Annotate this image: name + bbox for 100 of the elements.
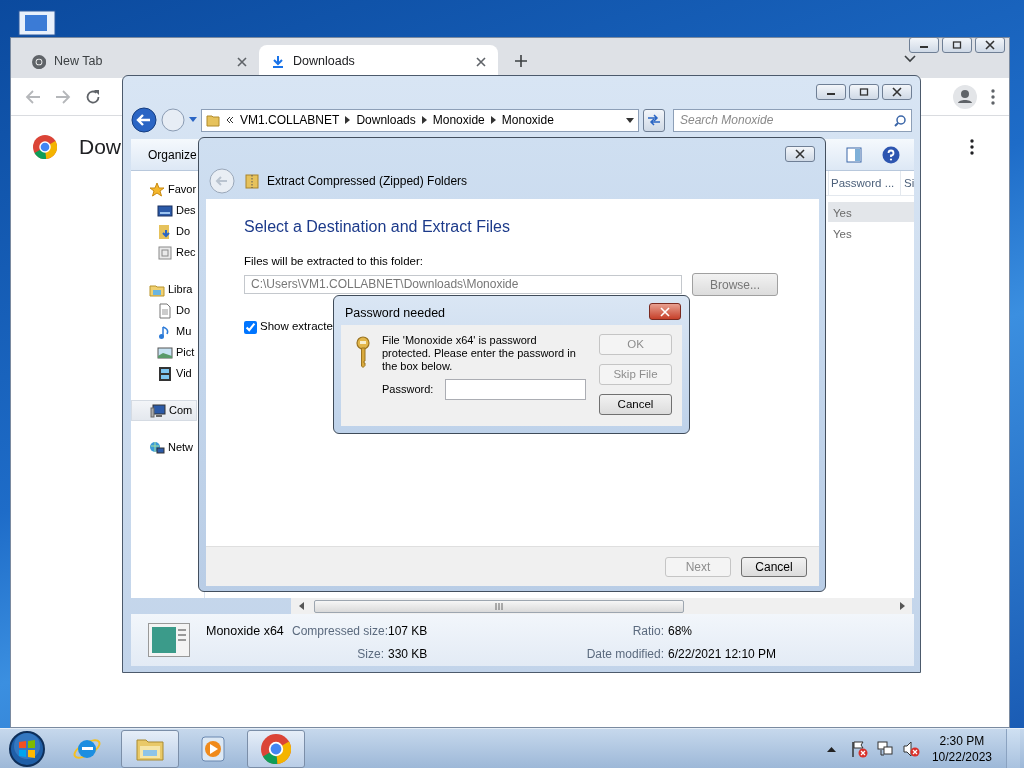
maximize-button[interactable] bbox=[849, 84, 879, 100]
window-title: Extract Compressed (Zipped) Folders bbox=[267, 173, 468, 190]
scroll-right-icon[interactable] bbox=[900, 602, 906, 610]
volume-muted-icon[interactable] bbox=[901, 739, 920, 758]
help-icon[interactable] bbox=[882, 145, 900, 164]
show-hidden-icons-icon[interactable] bbox=[826, 745, 836, 752]
computer-icon bbox=[150, 402, 166, 419]
detail-label: Ratio: bbox=[631, 623, 664, 640]
close-icon bbox=[660, 306, 670, 317]
navigation-item[interactable]: Pict bbox=[131, 342, 195, 363]
taskbar-button[interactable] bbox=[121, 729, 179, 768]
close-button[interactable] bbox=[975, 37, 1005, 53]
chrome-icon bbox=[32, 54, 46, 69]
show-files-checkbox[interactable] bbox=[244, 320, 257, 334]
address-bar[interactable]: VM1.COLLABNET Downloads Monoxide Monoxide bbox=[201, 108, 639, 132]
column-header[interactable]: Si bbox=[900, 171, 914, 195]
password-field[interactable] bbox=[445, 379, 587, 400]
navigation-item[interactable]: Favor bbox=[131, 179, 197, 200]
plus-icon[interactable] bbox=[514, 54, 528, 68]
detail-value: 107 KB bbox=[388, 623, 429, 640]
navigation-item[interactable]: Des bbox=[131, 200, 196, 221]
breadcrumb-item[interactable]: Monoxide bbox=[432, 111, 485, 129]
close-icon bbox=[892, 87, 902, 97]
navigation-item[interactable]: Libra bbox=[131, 279, 193, 300]
monitor-icon bbox=[157, 202, 173, 219]
reload-icon[interactable] bbox=[85, 88, 101, 105]
detail-label: Size: bbox=[356, 645, 384, 663]
search-field[interactable]: Search Monoxide bbox=[673, 108, 912, 132]
minimize-button[interactable] bbox=[909, 37, 939, 53]
chevron-down-icon[interactable] bbox=[904, 55, 916, 63]
navigation-item[interactable]: Netw bbox=[131, 437, 194, 458]
breadcrumb-item[interactable]: Monoxide bbox=[501, 111, 554, 129]
dropdown-arrow-icon[interactable] bbox=[626, 117, 634, 123]
navigation-item[interactable]: Rec bbox=[131, 242, 196, 263]
star-icon bbox=[149, 181, 165, 198]
destination-field[interactable]: C:\Users\VM1.COLLABNET\Downloads\Monoxide bbox=[244, 275, 682, 295]
navigation-item[interactable]: Mu bbox=[131, 321, 192, 342]
menu-icon[interactable] bbox=[991, 88, 995, 105]
back-button-icon[interactable] bbox=[131, 107, 157, 133]
search-icon bbox=[894, 114, 906, 127]
download-folder-icon bbox=[157, 223, 173, 240]
field-label: Password: bbox=[382, 382, 434, 398]
checkbox-label: Show extracte bbox=[260, 319, 333, 335]
profile-avatar-icon[interactable] bbox=[953, 84, 977, 109]
navigation-item[interactable]: Com bbox=[131, 400, 197, 421]
minimize-button[interactable] bbox=[816, 84, 846, 100]
navigation-item[interactable]: Vid bbox=[131, 363, 192, 384]
network-icon[interactable] bbox=[875, 739, 894, 758]
horizontal-scrollbar[interactable] bbox=[291, 598, 912, 614]
file-row[interactable]: Yes bbox=[828, 223, 914, 243]
close-button[interactable] bbox=[882, 84, 912, 100]
file-name: Monoxide x64 bbox=[206, 623, 285, 640]
taskbar-button[interactable] bbox=[247, 729, 305, 768]
navigation-item[interactable]: Do bbox=[131, 221, 191, 242]
close-icon bbox=[985, 40, 995, 50]
separator-arrow-icon bbox=[345, 116, 351, 124]
start-button-icon[interactable] bbox=[7, 728, 47, 768]
column-header[interactable]: Password ... bbox=[828, 171, 900, 195]
chrome-logo-icon bbox=[33, 134, 57, 159]
dialog-title: Password needed bbox=[345, 305, 446, 322]
detail-value: 68% bbox=[668, 623, 694, 640]
overflow-chevron-icon bbox=[226, 116, 234, 124]
navigation-item[interactable]: Do bbox=[131, 300, 191, 321]
browse-button[interactable]: Browse... bbox=[692, 273, 778, 297]
maximize-icon bbox=[859, 88, 869, 96]
close-button[interactable] bbox=[785, 146, 815, 162]
page-title: Dow bbox=[79, 134, 121, 160]
browser-tab[interactable]: New Tab bbox=[20, 45, 259, 78]
close-icon[interactable] bbox=[476, 56, 486, 67]
detail-value: 6/22/2021 12:10 PM bbox=[668, 645, 777, 663]
close-icon bbox=[795, 149, 805, 159]
maximize-button[interactable] bbox=[942, 37, 972, 53]
close-icon[interactable] bbox=[237, 56, 247, 67]
document-icon bbox=[157, 302, 173, 319]
action-center-flag-icon[interactable] bbox=[849, 739, 868, 758]
field-label: Files will be extracted to this folder: bbox=[244, 254, 424, 270]
refresh-button[interactable] bbox=[643, 108, 665, 132]
separator-arrow-icon bbox=[421, 116, 427, 124]
clock[interactable]: 2:30 PM 10/22/2023 bbox=[931, 732, 992, 765]
chrome-icon bbox=[261, 733, 291, 764]
media-player-icon bbox=[198, 733, 228, 764]
download-icon bbox=[271, 54, 285, 69]
cancel-button[interactable]: Cancel bbox=[741, 556, 807, 577]
organize-menu[interactable]: Organize bbox=[148, 145, 197, 164]
refresh-icon bbox=[647, 114, 661, 126]
separator-arrow-icon bbox=[490, 116, 496, 124]
cancel-button[interactable]: Cancel bbox=[599, 394, 672, 415]
more-options-icon[interactable] bbox=[970, 138, 974, 155]
film-strip-icon bbox=[157, 365, 173, 382]
key-icon bbox=[355, 336, 371, 368]
network-icon bbox=[149, 439, 165, 456]
breadcrumb-item[interactable]: Downloads bbox=[356, 111, 416, 129]
close-button[interactable] bbox=[649, 303, 681, 320]
file-row[interactable]: Yes bbox=[828, 202, 914, 222]
scroll-left-icon[interactable] bbox=[298, 602, 304, 610]
zip-folder-icon bbox=[245, 173, 259, 189]
wizard-heading: Select a Destination and Extract Files bbox=[244, 217, 511, 237]
file-thumbnail-icon bbox=[148, 623, 190, 657]
recent-places-icon bbox=[157, 244, 173, 261]
breadcrumb-item[interactable]: VM1.COLLABNET bbox=[240, 111, 340, 129]
